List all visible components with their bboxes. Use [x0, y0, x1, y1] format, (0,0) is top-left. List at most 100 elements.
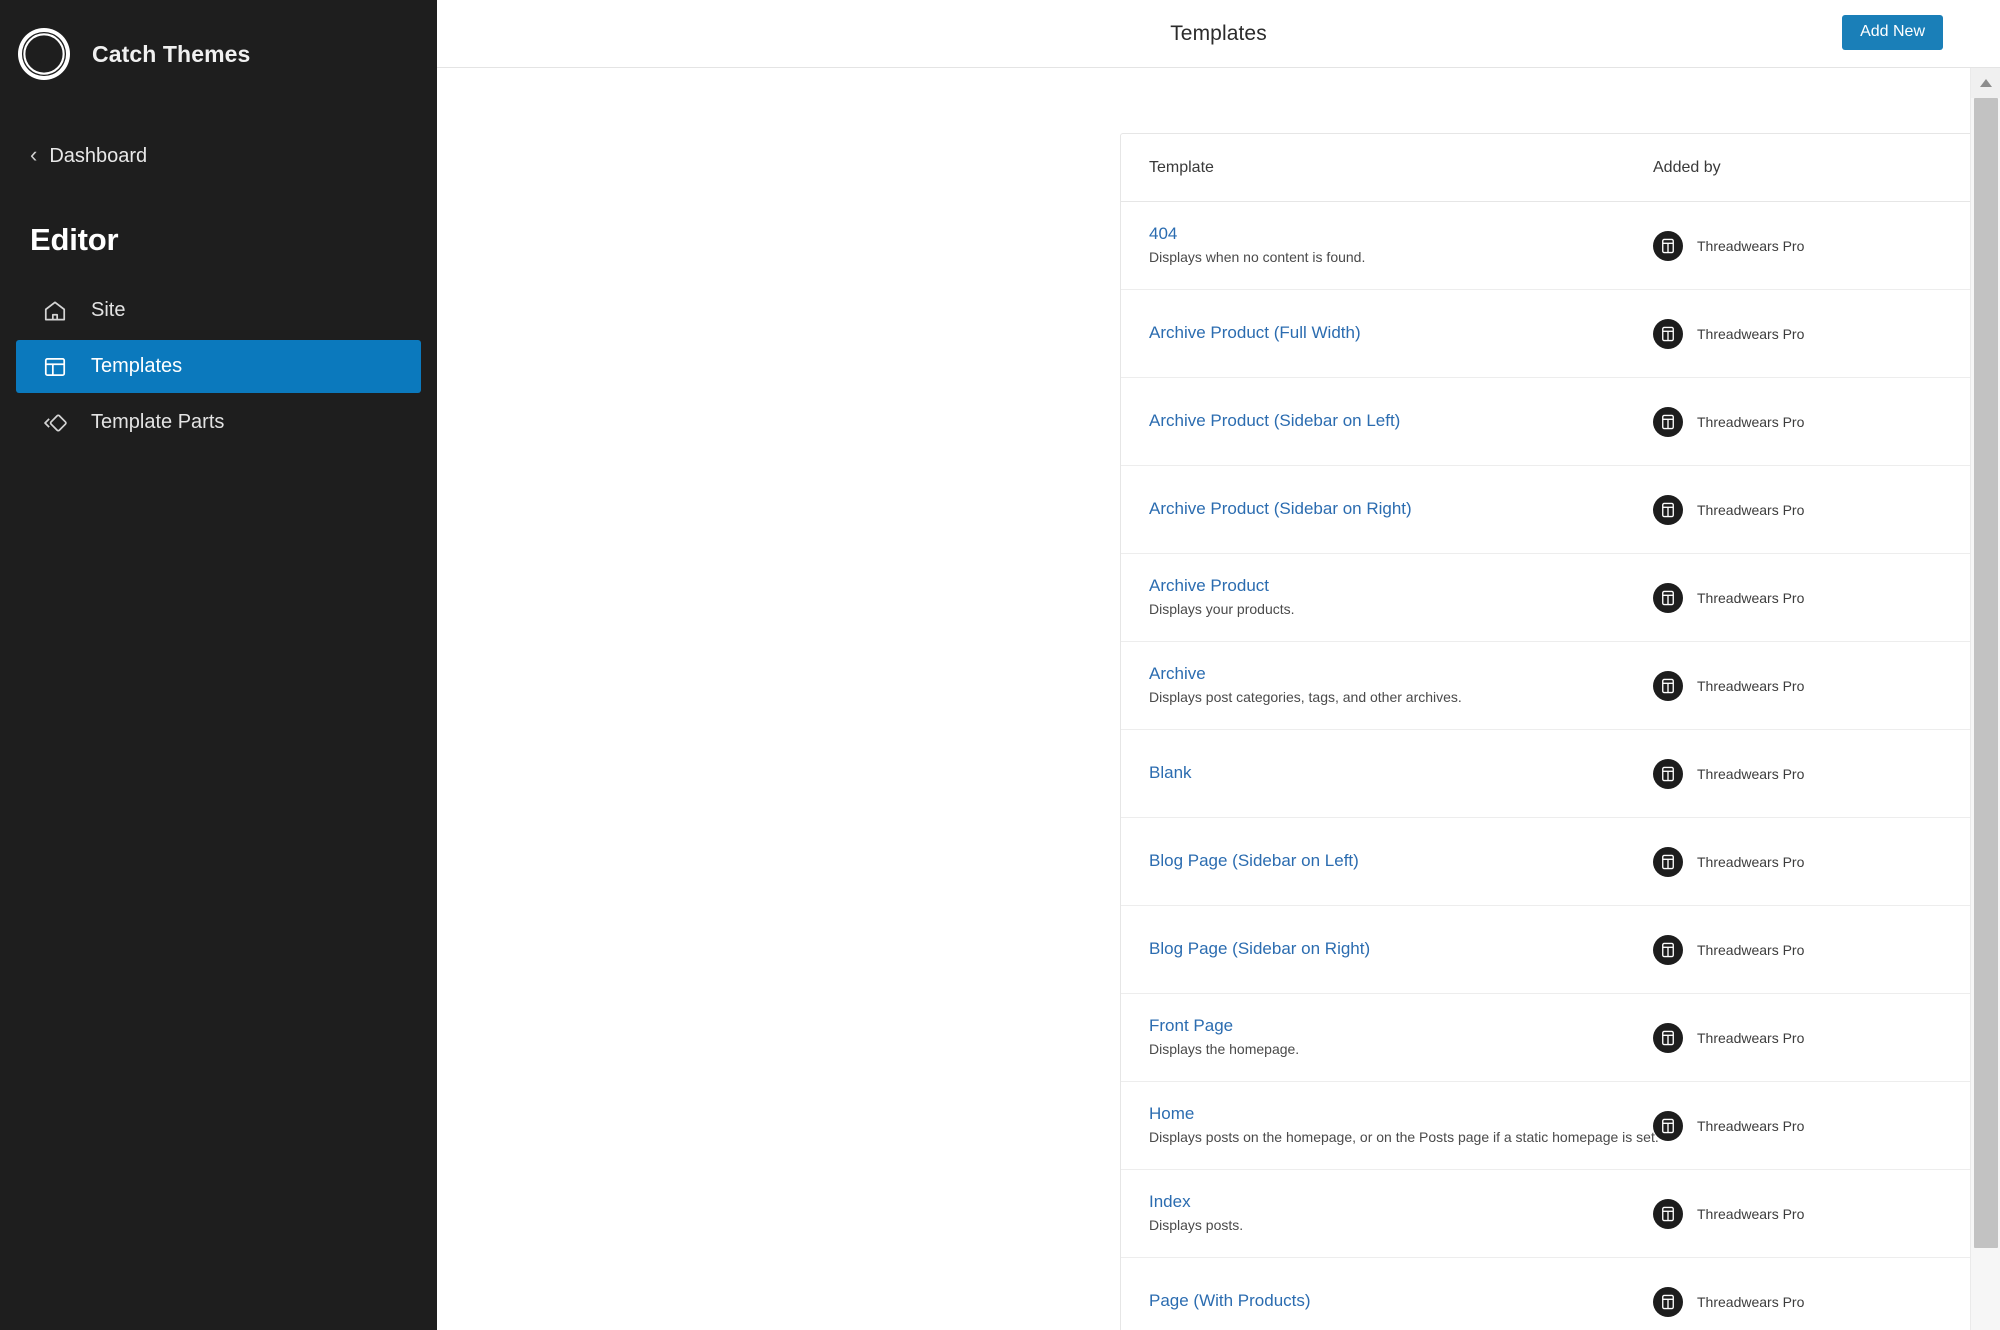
added-by-label: Threadwears Pro — [1697, 501, 1805, 518]
sidebar-item-label: Site — [91, 299, 126, 321]
added-by-cell: Threadwears Pro — [1621, 1110, 2000, 1141]
template-avatar-icon — [1653, 1110, 1683, 1141]
template-name-link[interactable]: Archive Product — [1149, 576, 1269, 596]
table-row[interactable]: Archive Product Displays your products. Th… — [1121, 554, 2000, 642]
added-by-label: Threadwears Pro — [1697, 677, 1805, 694]
added-by-cell: Threadwears Pro — [1621, 1198, 2000, 1229]
template-name-link[interactable]: Blog Page (Sidebar on Right) — [1149, 939, 1370, 959]
added-by-cell: Threadwears Pro — [1621, 494, 2000, 525]
template-cell: Blog Page (Sidebar on Right) — [1121, 939, 1621, 959]
added-by-label: Threadwears Pro — [1697, 413, 1805, 430]
template-cell: Archive Product Displays your products. — [1121, 576, 1621, 619]
table-header-row: Template Added by — [1121, 134, 2000, 202]
table-row[interactable]: Home Displays posts on the homepage, or o… — [1121, 1082, 2000, 1170]
editor-sidebar: Catch Themes ‹ Dashboard Editor Site Tem… — [0, 0, 437, 1330]
table-row[interactable]: Archive Product (Full Width) Threadwears … — [1121, 290, 2000, 378]
sidebar-item-label: Template Parts — [91, 411, 225, 433]
template-name-link[interactable]: Blank — [1149, 763, 1192, 783]
scroll-up-button[interactable] — [1971, 68, 2000, 98]
template-cell: Archive Product (Sidebar on Right) — [1121, 499, 1621, 519]
template-cell: Archive Product (Sidebar on Left) — [1121, 411, 1621, 431]
added-by-label: Threadwears Pro — [1697, 589, 1805, 606]
template-description: Displays posts. — [1149, 1217, 1244, 1234]
template-description: Displays the homepage. — [1149, 1041, 1300, 1058]
table-row[interactable]: Page (With Products) Threadwears Pro — [1121, 1258, 2000, 1330]
template-parts-icon — [41, 409, 69, 437]
back-to-dashboard-link[interactable]: ‹ Dashboard — [0, 138, 437, 174]
template-name-link[interactable]: Archive — [1149, 664, 1206, 684]
template-name-link[interactable]: Archive Product (Sidebar on Left) — [1149, 411, 1400, 431]
table-row[interactable]: 404 Displays when no content is found. Thr… — [1121, 202, 2000, 290]
page-topbar: Templates Add New — [437, 0, 2000, 68]
template-cell: Blank — [1121, 763, 1621, 783]
site-editor-window: Catch Themes ‹ Dashboard Editor Site Tem… — [0, 0, 2000, 1330]
page-title: Templates — [1170, 21, 1267, 45]
back-link-label: Dashboard — [49, 144, 148, 167]
column-header-template: Template — [1149, 158, 1214, 176]
add-new-button[interactable]: Add New — [1842, 15, 1943, 50]
template-name-link[interactable]: Index — [1149, 1192, 1191, 1212]
added-by-cell: Threadwears Pro — [1621, 406, 2000, 437]
added-by-label: Threadwears Pro — [1697, 1205, 1805, 1222]
wordpress-logo-icon — [18, 28, 70, 80]
templates-table-card: Template Added by 404 Displays when no co… — [1120, 133, 2000, 1330]
table-row[interactable]: Archive Displays post categories, tags, a… — [1121, 642, 2000, 730]
template-name-link[interactable]: Page (With Products) — [1149, 1291, 1311, 1311]
added-by-label: Threadwears Pro — [1697, 853, 1805, 870]
table-body: 404 Displays when no content is found. Thr… — [1121, 202, 2000, 1330]
added-by-cell: Threadwears Pro — [1621, 1286, 2000, 1317]
template-avatar-icon — [1653, 1198, 1683, 1229]
template-description: Displays your products. — [1149, 601, 1295, 618]
added-by-cell: Threadwears Pro — [1621, 230, 2000, 261]
template-name-link[interactable]: Archive Product (Full Width) — [1149, 323, 1361, 343]
column-header-added-by: Added by — [1653, 158, 1721, 176]
template-avatar-icon — [1653, 230, 1683, 261]
main-panel: Templates Add New Template Added by 404 D… — [437, 0, 2000, 1330]
table-row[interactable]: Index Displays posts. Threadwears Pro — [1121, 1170, 2000, 1258]
sidebar-item-templates[interactable]: Templates — [16, 340, 421, 393]
sidebar-item-template-parts[interactable]: Template Parts — [16, 396, 421, 449]
template-avatar-icon — [1653, 670, 1683, 701]
editor-heading: Editor — [30, 222, 119, 257]
table-row[interactable]: Archive Product (Sidebar on Right) Thread… — [1121, 466, 2000, 554]
added-by-label: Threadwears Pro — [1697, 941, 1805, 958]
added-by-label: Threadwears Pro — [1697, 1029, 1805, 1046]
vertical-scrollbar[interactable] — [1970, 68, 2000, 1330]
template-name-link[interactable]: Home — [1149, 1104, 1194, 1124]
template-avatar-icon — [1653, 494, 1683, 525]
template-description: Displays post categories, tags, and othe… — [1149, 689, 1462, 706]
table-row[interactable]: Front Page Displays the homepage. Threadwe… — [1121, 994, 2000, 1082]
template-name-link[interactable]: Archive Product (Sidebar on Right) — [1149, 499, 1412, 519]
template-avatar-icon — [1653, 406, 1683, 437]
added-by-cell: Threadwears Pro — [1621, 758, 2000, 789]
scrollbar-thumb[interactable] — [1974, 98, 1998, 1248]
site-brand[interactable]: Catch Themes — [0, 0, 437, 86]
template-name-link[interactable]: Front Page — [1149, 1016, 1233, 1036]
added-by-cell: Threadwears Pro — [1621, 582, 2000, 613]
triangle-up-icon — [1980, 79, 1992, 87]
home-icon — [41, 297, 69, 325]
template-name-link[interactable]: Blog Page (Sidebar on Left) — [1149, 851, 1359, 871]
template-name-link[interactable]: 404 — [1149, 224, 1177, 244]
sidebar-item-site[interactable]: Site — [16, 284, 421, 337]
added-by-label: Threadwears Pro — [1697, 1293, 1805, 1310]
table-row[interactable]: Blog Page (Sidebar on Left) Threadwears P… — [1121, 818, 2000, 906]
editor-nav: Site Templates Template Parts — [0, 284, 437, 449]
template-avatar-icon — [1653, 1286, 1683, 1317]
template-cell: Archive Displays post categories, tags, a… — [1121, 664, 1621, 707]
site-title: Catch Themes — [92, 40, 251, 67]
template-cell: Front Page Displays the homepage. — [1121, 1016, 1621, 1059]
added-by-cell: Threadwears Pro — [1621, 670, 2000, 701]
table-row[interactable]: Archive Product (Sidebar on Left) Threadw… — [1121, 378, 2000, 466]
template-cell: Index Displays posts. — [1121, 1192, 1621, 1235]
template-cell: Blog Page (Sidebar on Left) — [1121, 851, 1621, 871]
table-row[interactable]: Blog Page (Sidebar on Right) Threadwears … — [1121, 906, 2000, 994]
added-by-cell: Threadwears Pro — [1621, 318, 2000, 349]
template-avatar-icon — [1653, 318, 1683, 349]
table-row[interactable]: Blank Threadwears Pro — [1121, 730, 2000, 818]
template-cell: Page (With Products) — [1121, 1291, 1621, 1311]
added-by-label: Threadwears Pro — [1697, 1117, 1805, 1134]
added-by-cell: Threadwears Pro — [1621, 934, 2000, 965]
template-avatar-icon — [1653, 846, 1683, 877]
layout-template-icon — [41, 353, 69, 381]
